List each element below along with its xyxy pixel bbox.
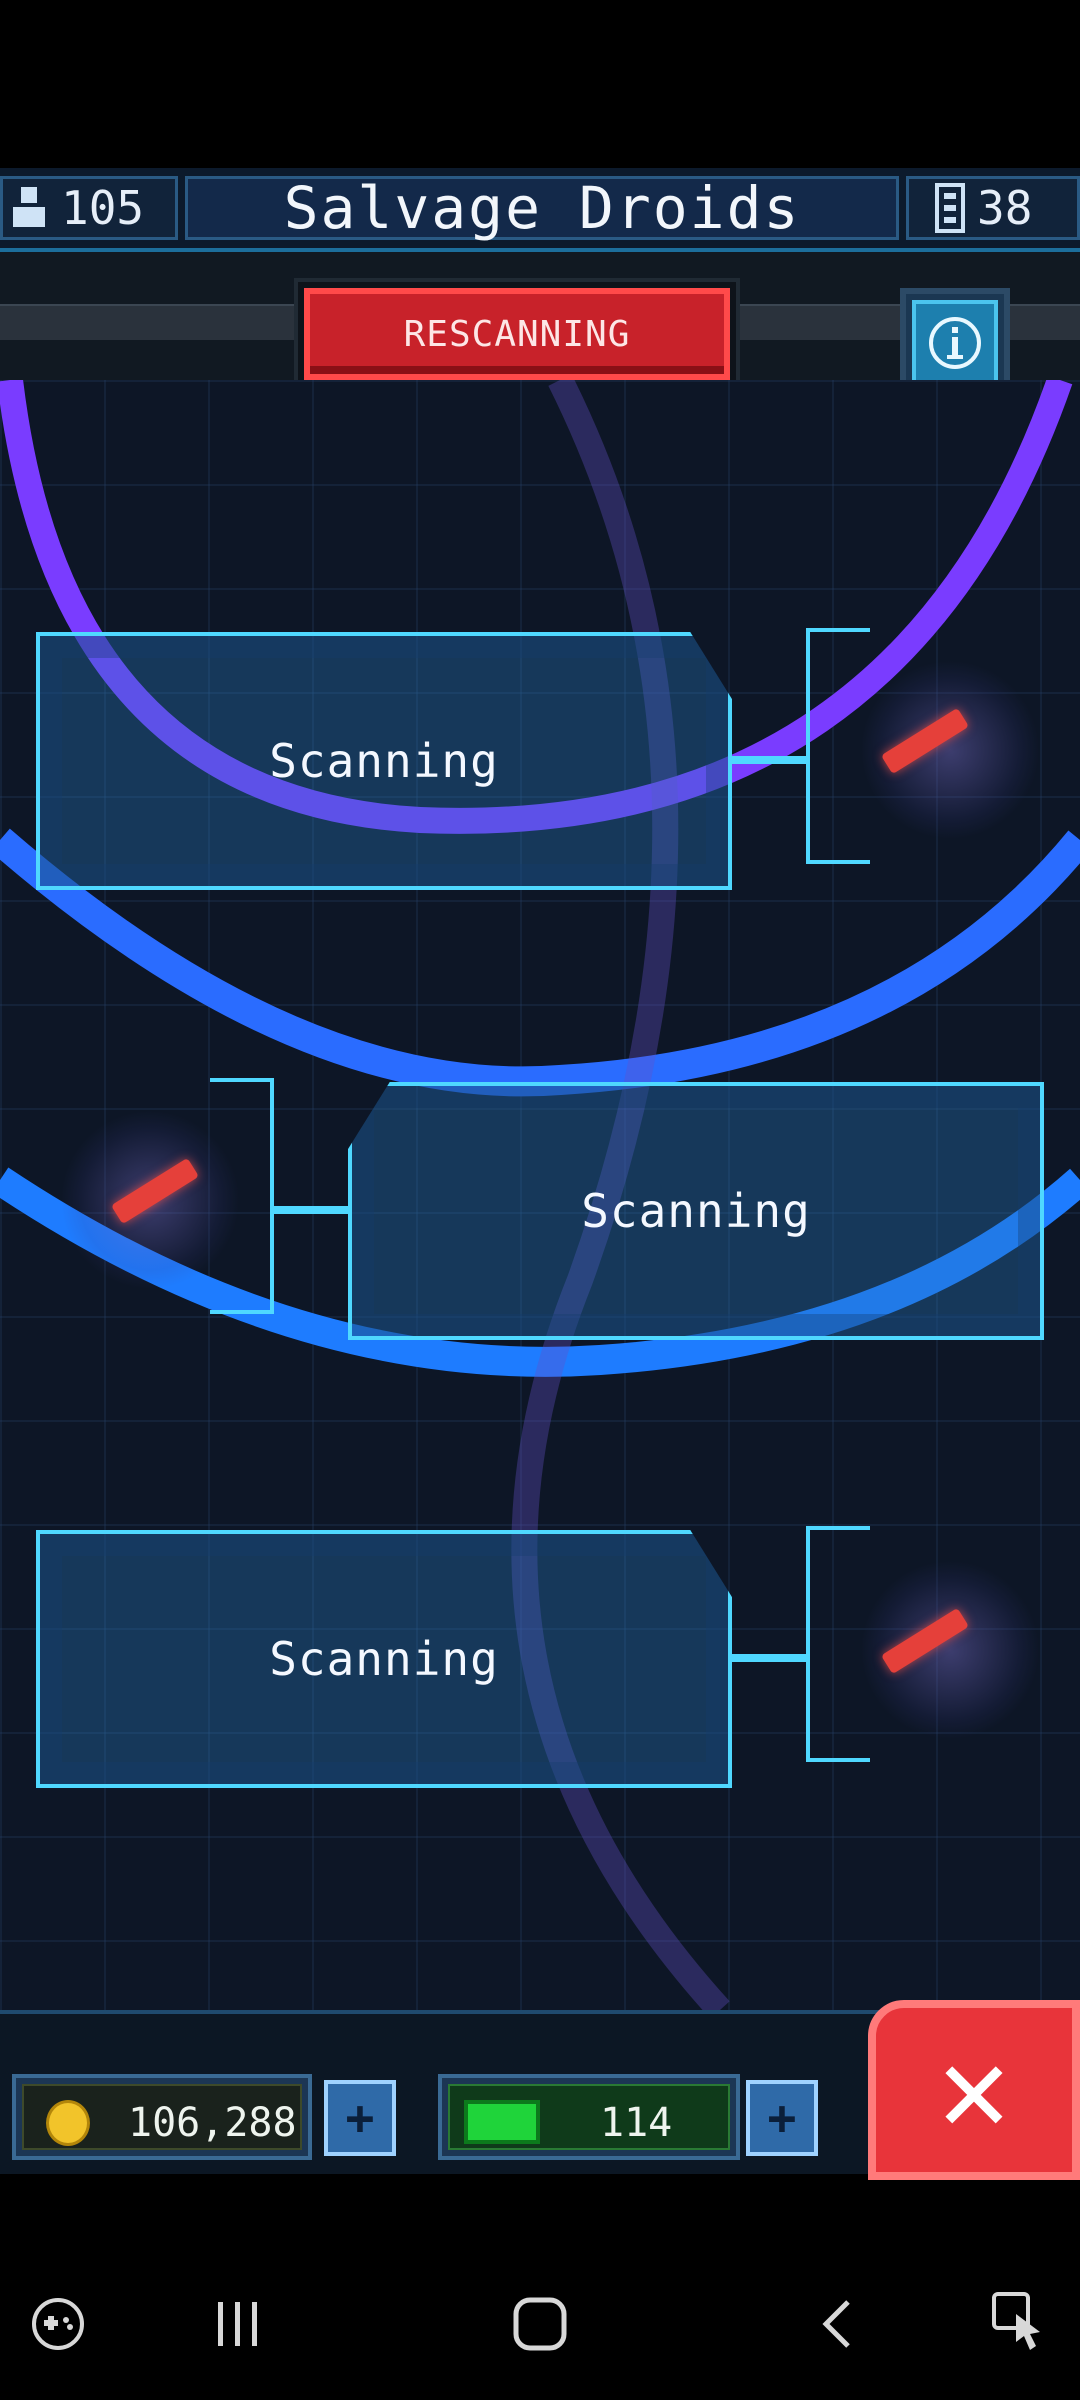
floor-counter[interactable]: 38 bbox=[906, 176, 1080, 240]
slot-2-connector bbox=[272, 1206, 348, 1214]
coins-panel: 106,288 bbox=[22, 2084, 302, 2150]
coin-icon bbox=[46, 2100, 90, 2146]
rescanning-button-face: RESCANNING bbox=[304, 288, 730, 380]
add-bux-button[interactable]: + bbox=[746, 2080, 818, 2156]
population-counter[interactable]: 105 bbox=[0, 176, 178, 240]
bux-panel: 114 bbox=[448, 2084, 730, 2150]
scan-field: Scanning Scanning Scanning bbox=[0, 380, 1080, 2010]
rail-far-right bbox=[1010, 304, 1080, 340]
info-icon bbox=[912, 300, 998, 386]
home-icon[interactable] bbox=[510, 2294, 570, 2354]
rail-left bbox=[0, 304, 300, 340]
slot-3-connector bbox=[732, 1654, 808, 1662]
slot-3-droid-glow bbox=[860, 1560, 1040, 1740]
recents-icon[interactable] bbox=[210, 2296, 266, 2352]
slot-2-status: Scanning bbox=[581, 1184, 811, 1238]
plus-icon: + bbox=[345, 2090, 375, 2146]
elevator-icon bbox=[935, 183, 965, 233]
slot-1-connector bbox=[732, 756, 808, 764]
close-button[interactable]: ✕ bbox=[868, 2000, 1080, 2180]
close-icon: ✕ bbox=[937, 2020, 1011, 2159]
slot-1-droid-glow bbox=[860, 660, 1040, 840]
scan-slot-3[interactable]: Scanning bbox=[36, 1530, 732, 1788]
add-coins-button[interactable]: + bbox=[324, 2080, 396, 2156]
bux-counter: 114 bbox=[438, 2074, 740, 2160]
scan-slot-2[interactable]: Scanning bbox=[348, 1082, 1044, 1340]
bux-icon bbox=[464, 2100, 540, 2144]
top-status-bar: 105 Salvage Droids 38 bbox=[0, 168, 1080, 252]
rescanning-label: RESCANNING bbox=[403, 313, 631, 355]
bux-value: 114 bbox=[600, 2100, 673, 2146]
person-icon bbox=[13, 187, 45, 227]
population-value: 105 bbox=[61, 181, 145, 235]
info-glyph bbox=[929, 317, 981, 369]
plus-icon: + bbox=[767, 2090, 797, 2146]
coins-value: 106,288 bbox=[128, 2100, 297, 2146]
rescanning-button[interactable]: RESCANNING bbox=[294, 278, 740, 390]
title-plate: Salvage Droids bbox=[185, 174, 899, 242]
screenshot-assist-icon[interactable] bbox=[990, 2290, 1050, 2354]
game-launcher-icon[interactable] bbox=[30, 2296, 86, 2352]
slot-3-status: Scanning bbox=[269, 1632, 499, 1686]
floor-value: 38 bbox=[977, 181, 1033, 235]
rail-right bbox=[740, 304, 910, 340]
back-icon[interactable] bbox=[818, 2296, 858, 2352]
system-navigation-bar bbox=[0, 2240, 1080, 2400]
page-title: Salvage Droids bbox=[283, 174, 801, 242]
scan-slot-1[interactable]: Scanning bbox=[36, 632, 732, 890]
slot-1-status: Scanning bbox=[269, 734, 499, 788]
coins-counter: 106,288 bbox=[12, 2074, 312, 2160]
